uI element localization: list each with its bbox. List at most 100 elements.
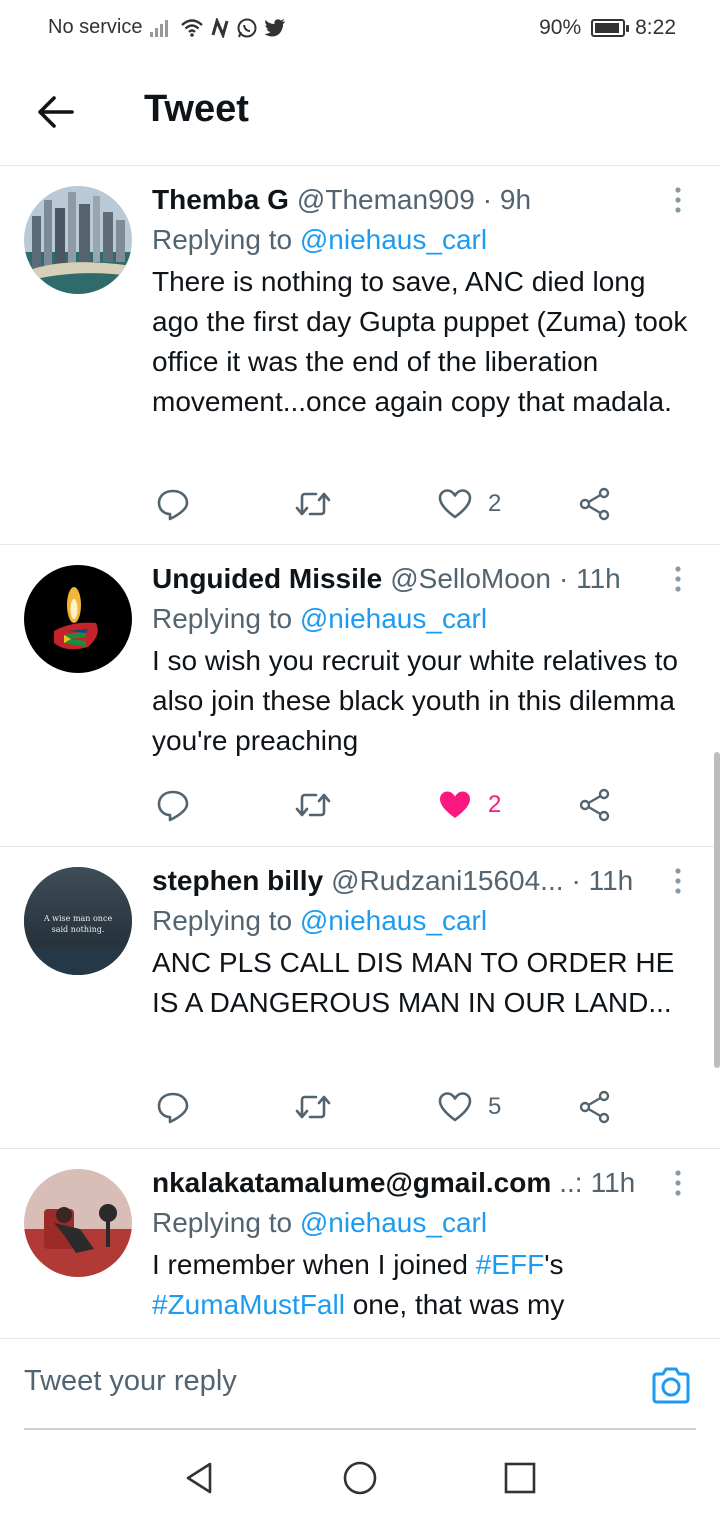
back-arrow-icon[interactable]: [34, 90, 78, 134]
replying-to: Replying to @niehaus_carl: [152, 1203, 690, 1243]
like-button[interactable]: 2: [438, 482, 501, 526]
author-name[interactable]: stephen billy: [152, 861, 323, 901]
tweet-text: ANC PLS CALL DIS MAN TO ORDER HE IS A DA…: [152, 947, 675, 1018]
tweet-header: stephen billy @Rudzani15604... · 11h: [152, 861, 690, 901]
replying-to-mention[interactable]: @niehaus_carl: [300, 603, 487, 634]
tweet-item[interactable]: nkalakatamalume@gmail.com ..: 11h Replyi…: [0, 1149, 720, 1338]
tweet-body: nkalakatamalume@gmail.com ..: 11h Replyi…: [152, 1163, 690, 1325]
reply-composer: Tweet your reply: [0, 1338, 720, 1430]
share-button[interactable]: [578, 1085, 612, 1129]
tweet-item[interactable]: Unguided Missile @SelloMoon · 11h Replyi…: [0, 545, 720, 847]
replies-feed[interactable]: Themba G @Theman909 · 9h Replying to @ni…: [0, 166, 720, 1338]
replying-to-label: Replying to: [152, 1207, 300, 1238]
hashtag-eff[interactable]: #EFF: [476, 1249, 544, 1280]
tweet-header: Unguided Missile @SelloMoon · 11h: [152, 559, 690, 599]
avatar[interactable]: [24, 186, 132, 294]
share-button[interactable]: [578, 783, 612, 827]
tweet-time: 11h: [590, 1167, 636, 1198]
status-bar: No service 90% 8:22: [0, 0, 720, 56]
replying-to-mention[interactable]: @niehaus_carl: [300, 1207, 487, 1238]
tweet-text: I so wish you recruit your white relativ…: [152, 645, 678, 756]
share-button[interactable]: [578, 482, 612, 526]
tweet-header: nkalakatamalume@gmail.com ..: 11h: [152, 1163, 690, 1203]
tweet-item[interactable]: Themba G @Theman909 · 9h Replying to @ni…: [0, 166, 720, 545]
tweet-text: There is nothing to save, ANC died long …: [152, 266, 688, 417]
tweet-time: · 11h: [571, 865, 634, 896]
reply-icon: [157, 1092, 189, 1124]
author-handle[interactable]: @SelloMoon: [390, 559, 551, 599]
replying-to-mention[interactable]: @niehaus_carl: [300, 224, 487, 255]
like-count: 2: [488, 791, 502, 818]
signal-icon: [150, 19, 169, 37]
tweet-actions: 2: [152, 783, 622, 827]
tweet-body: Unguided Missile @SelloMoon · 11h Replyi…: [152, 559, 690, 761]
more-options-icon[interactable]: [672, 867, 684, 895]
share-icon: [579, 487, 610, 521]
like-count: 5: [488, 1093, 502, 1120]
reply-button[interactable]: [156, 1085, 190, 1129]
author-name[interactable]: Unguided Missile: [152, 559, 382, 599]
tweet-actions: 2: [152, 482, 622, 526]
wifi-icon: [181, 18, 204, 37]
reply-icon: [157, 489, 189, 521]
like-count: 2: [488, 490, 502, 517]
text-part: 's: [544, 1249, 564, 1280]
replying-to: Replying to @niehaus_carl: [152, 901, 690, 941]
replying-to: Replying to @niehaus_carl: [152, 599, 690, 639]
nav-home-icon[interactable]: [342, 1460, 378, 1496]
reply-button[interactable]: [156, 482, 190, 526]
tweet-time: · 11h: [558, 563, 621, 594]
more-options-icon[interactable]: [672, 186, 684, 214]
more-options-icon[interactable]: [672, 565, 684, 593]
reply-input[interactable]: Tweet your reply: [24, 1365, 524, 1398]
more-options-icon[interactable]: [672, 1169, 684, 1197]
heart-icon: [438, 1092, 472, 1122]
twitter-bird-icon: [264, 18, 286, 36]
hashtag-zumamustfall[interactable]: #ZumaMustFall: [152, 1289, 345, 1320]
avatar[interactable]: [24, 565, 132, 673]
avatar[interactable]: [24, 1169, 132, 1277]
replying-to-mention[interactable]: @niehaus_carl: [300, 905, 487, 936]
tweet-actions: 5: [152, 1085, 622, 1129]
carrier-label: No service: [48, 16, 143, 38]
tweet-body: Themba G @Theman909 · 9h Replying to @ni…: [152, 180, 690, 422]
like-button[interactable]: 2: [438, 783, 501, 827]
nav-recents-icon[interactable]: [502, 1460, 538, 1496]
author-handle[interactable]: @Rudzani15604...: [331, 861, 563, 901]
heart-filled-icon: [440, 791, 470, 818]
author-name[interactable]: Themba G: [152, 180, 289, 220]
system-nav-bar: [0, 1430, 720, 1520]
author-handle[interactable]: ..:: [559, 1163, 582, 1203]
scrollbar[interactable]: [714, 752, 720, 1068]
replying-to-label: Replying to: [152, 224, 300, 255]
avatar[interactable]: A wise man once said nothing.: [24, 867, 132, 975]
like-button[interactable]: 5: [438, 1085, 501, 1129]
text-part: I remember when I joined: [152, 1249, 476, 1280]
replying-to-label: Replying to: [152, 603, 300, 634]
retweet-button[interactable]: [294, 1085, 332, 1129]
retweet-button[interactable]: [294, 783, 332, 827]
whatsapp-icon: [237, 18, 257, 37]
retweet-button[interactable]: [294, 482, 332, 526]
status-left: No service: [48, 16, 286, 39]
share-icon: [579, 788, 610, 822]
battery-icon: [591, 19, 630, 37]
replying-to-label: Replying to: [152, 905, 300, 936]
tweet-text: I remember when I joined #EFF's #ZumaMus…: [152, 1245, 690, 1325]
replying-to: Replying to @niehaus_carl: [152, 220, 690, 260]
tweet-time: · 9h: [482, 184, 532, 215]
author-handle[interactable]: @Theman909: [297, 180, 475, 220]
author-name[interactable]: nkalakatamalume@gmail.com: [152, 1163, 551, 1203]
nav-back-icon[interactable]: [182, 1460, 218, 1496]
tweet-item[interactable]: A wise man once said nothing. stephen bil…: [0, 847, 720, 1149]
reply-icon: [157, 790, 189, 822]
heart-icon: [438, 489, 472, 519]
status-right: 90% 8:22: [539, 16, 676, 40]
retweet-icon: [295, 793, 331, 817]
reply-button[interactable]: [156, 783, 190, 827]
page-title: Tweet: [144, 88, 249, 130]
share-icon: [579, 1090, 610, 1124]
camera-icon[interactable]: [650, 1365, 692, 1407]
retweet-icon: [295, 492, 331, 516]
clock: 8:22: [635, 16, 676, 39]
